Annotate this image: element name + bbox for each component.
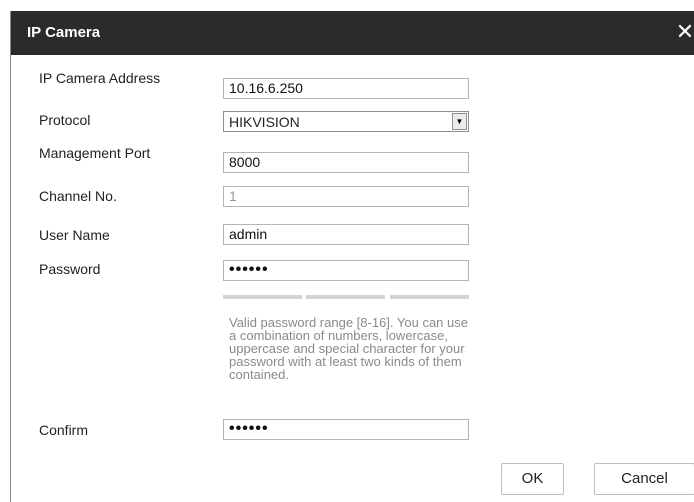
ip-address-field[interactable]: 10.16.6.250	[223, 78, 469, 99]
channel-no-field: 1	[223, 186, 469, 207]
password-field[interactable]: ••••••	[223, 260, 469, 281]
channel-no-label: Channel No.	[39, 188, 117, 204]
ip-address-label: IP Camera Address	[39, 70, 161, 86]
user-name-label: User Name	[39, 227, 110, 243]
management-port-label: Management Port	[39, 145, 151, 161]
confirm-password-field[interactable]: ••••••	[223, 419, 469, 440]
management-port-field[interactable]: 8000	[223, 152, 469, 173]
protocol-value: HIKVISION	[229, 114, 300, 130]
dialog-title: IP Camera	[27, 24, 101, 41]
cancel-button[interactable]: Cancel	[594, 463, 694, 495]
password-hint: Valid password range [8-16]. You can use…	[229, 315, 468, 382]
confirm-label: Confirm	[39, 422, 89, 438]
ip-camera-dialog: IP Camera ✕ IP Camera Address 10.16.6.25…	[10, 11, 694, 502]
dialog-titlebar: IP Camera ✕	[11, 11, 694, 55]
chevron-down-icon[interactable]: ▼	[452, 113, 467, 130]
password-strength-bar-medium	[306, 295, 385, 299]
protocol-select[interactable]: HIKVISION ▼	[223, 111, 469, 132]
password-strength-bar-strong	[390, 295, 469, 299]
ok-button[interactable]: OK	[501, 463, 564, 495]
close-icon[interactable]: ✕	[675, 20, 694, 44]
protocol-label: Protocol	[39, 112, 91, 128]
password-label: Password	[39, 261, 101, 277]
password-strength-bar-weak	[223, 295, 302, 299]
user-name-field[interactable]: admin	[223, 224, 469, 245]
